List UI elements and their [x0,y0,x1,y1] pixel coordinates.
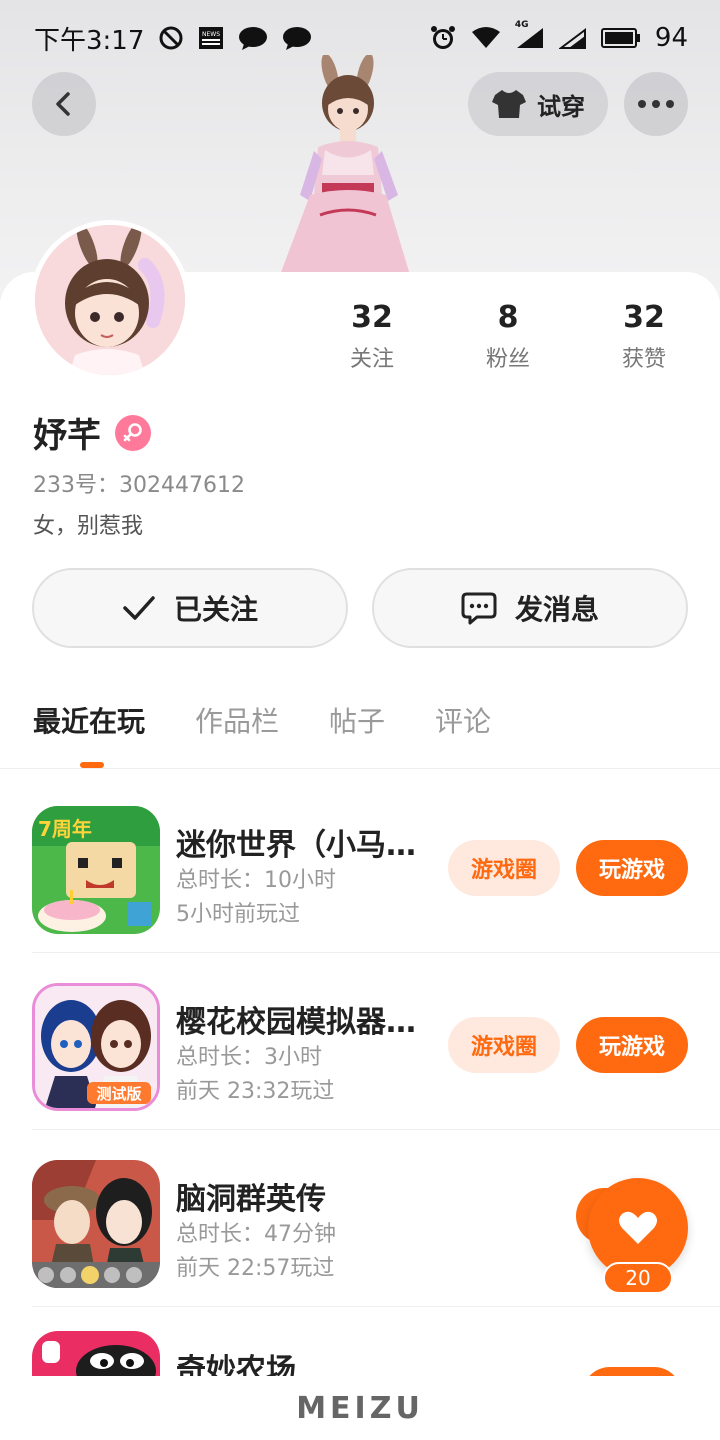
farm-game-icon[interactable] [32,1331,160,1377]
do-not-disturb-icon [158,25,184,51]
followers-label: 粉丝 [485,347,530,372]
try-on-label: 试穿 [537,92,585,121]
sakura-school-game-icon[interactable]: 测试版 [32,983,160,1111]
game-title: 迷你世界（小马… [176,828,416,863]
send-message-label: 发消息 [514,593,599,626]
game-list-item[interactable]: 7周年 迷你世界（小马… 总时长：10小时 5小时前玩过 游戏圈 玩游戏 [0,776,720,953]
game2-badge-text: 测试版 [96,1085,141,1103]
game-total-duration: 总时长：3小时 [176,1045,322,1070]
news-icon-text: NEWS [202,31,220,38]
naodong-game-icon[interactable] [32,1160,160,1288]
stat-likes[interactable]: 32 获赞 [576,300,712,380]
brand-logo: MEIZU [296,1390,424,1426]
likes-count: 32 [623,300,665,335]
profile-tabs: 最近在玩 作品栏 帖子 评论 [33,700,491,770]
battery-level: 94 [654,23,688,53]
alarm-icon [429,24,457,52]
heart-icon [619,1211,657,1244]
try-on-button[interactable]: 试穿 [468,72,608,136]
chat-notification-icon [238,26,268,50]
game-circle-button[interactable]: 游戏圈 [448,840,560,896]
cellular-4g-icon: 4G [515,20,545,50]
game-total-duration: 总时长：10小时 [176,868,336,893]
game1-badge-text: 7周年 [38,817,92,841]
game-circle-button[interactable]: 游戏圈 [448,1017,560,1073]
status-bar: 下午3:17 NEWS 4G 94 [0,18,720,58]
stat-followers[interactable]: 8 粉丝 [440,300,576,380]
mini-world-game-icon[interactable]: 7周年 [32,806,160,934]
game-title: 脑洞群英传 [176,1182,326,1217]
user-bio: 女，别惹我 [33,514,144,539]
more-dot-icon [638,100,646,108]
profile-avatar[interactable] [30,220,190,380]
game-list-item[interactable]: 测试版 樱花校园模拟器… 总时长：3小时 前天 23:32玩过 游戏圈 玩游戏 [0,953,720,1130]
stat-following[interactable]: 32 关注 [304,300,440,380]
checkmark-icon [123,596,155,620]
tab-posts[interactable]: 帖子 [329,700,385,750]
play-game-button[interactable]: 玩游戏 [576,840,688,896]
shirt-icon [492,90,526,118]
game-last-played: 前天 22:57玩过 [176,1256,335,1281]
like-count-badge: 20 [603,1262,673,1294]
play-game-button[interactable]: 玩游戏 [576,1017,688,1073]
network-type: 4G [514,20,529,30]
more-dot-icon [666,100,674,108]
more-dot-icon [652,100,660,108]
profile-stats: 32 关注 8 粉丝 32 获赞 [304,300,712,380]
user-id: 233号：302447612 [33,473,245,498]
news-icon: NEWS [198,26,224,50]
likes-label: 获赞 [621,347,666,372]
game-title: 樱花校园模拟器… [176,1005,416,1040]
battery-icon [600,27,641,49]
followed-label: 已关注 [173,593,258,626]
avatar-image [35,225,185,375]
followers-count: 8 [497,300,519,335]
game-last-played: 前天 23:32玩过 [176,1079,335,1104]
tab-works[interactable]: 作品栏 [195,700,279,750]
username-row: 妤芊 [33,408,151,457]
tab-recently-played[interactable]: 最近在玩 [33,700,145,750]
wifi-icon [471,26,501,50]
back-button[interactable] [32,72,96,136]
tab-comments[interactable]: 评论 [435,700,491,750]
following-count: 32 [351,300,393,335]
more-options-button[interactable] [624,72,688,136]
send-message-button[interactable]: 发消息 [372,568,688,648]
game-list-item[interactable]: 奇妙农场 [0,1307,720,1377]
device-brand-bar: MEIZU [0,1376,720,1440]
username: 妤芊 [33,416,101,456]
game-last-played: 5小时前玩过 [176,902,300,927]
tabs-divider [0,768,720,769]
chevron-left-icon [56,92,70,116]
followed-button[interactable]: 已关注 [32,568,348,648]
following-label: 关注 [349,347,394,372]
status-time: 下午3:17 [34,25,145,56]
game-total-duration: 总时长：47分钟 [176,1222,336,1247]
chat-notification-icon-2 [282,26,312,50]
character-3d-model [280,55,410,275]
game-title: 奇妙农场 [176,1353,296,1377]
cellular-signal-icon [558,26,587,50]
female-gender-icon [115,414,151,451]
chat-bubble-icon [461,592,497,625]
